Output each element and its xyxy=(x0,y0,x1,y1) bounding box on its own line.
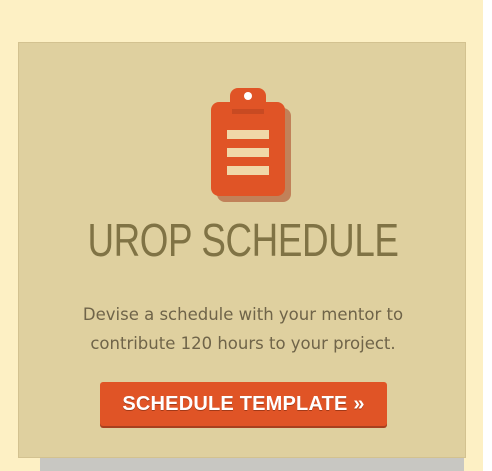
description-line-2: contribute 120 hours to your project. xyxy=(90,334,396,353)
description-line-1: Devise a schedule with your mentor to xyxy=(82,305,404,324)
clipboard-icon xyxy=(190,74,300,202)
urop-schedule-card: UROP SCHEDULE Devise a schedule with you… xyxy=(18,42,466,458)
bottom-divider-bar xyxy=(40,458,464,471)
card-title: UROP SCHEDULE xyxy=(87,214,399,266)
card-description: Devise a schedule with your mentor to co… xyxy=(19,300,467,358)
schedule-template-button[interactable]: SCHEDULE TEMPLATE » xyxy=(100,382,387,426)
page-edge-strip xyxy=(483,0,492,471)
